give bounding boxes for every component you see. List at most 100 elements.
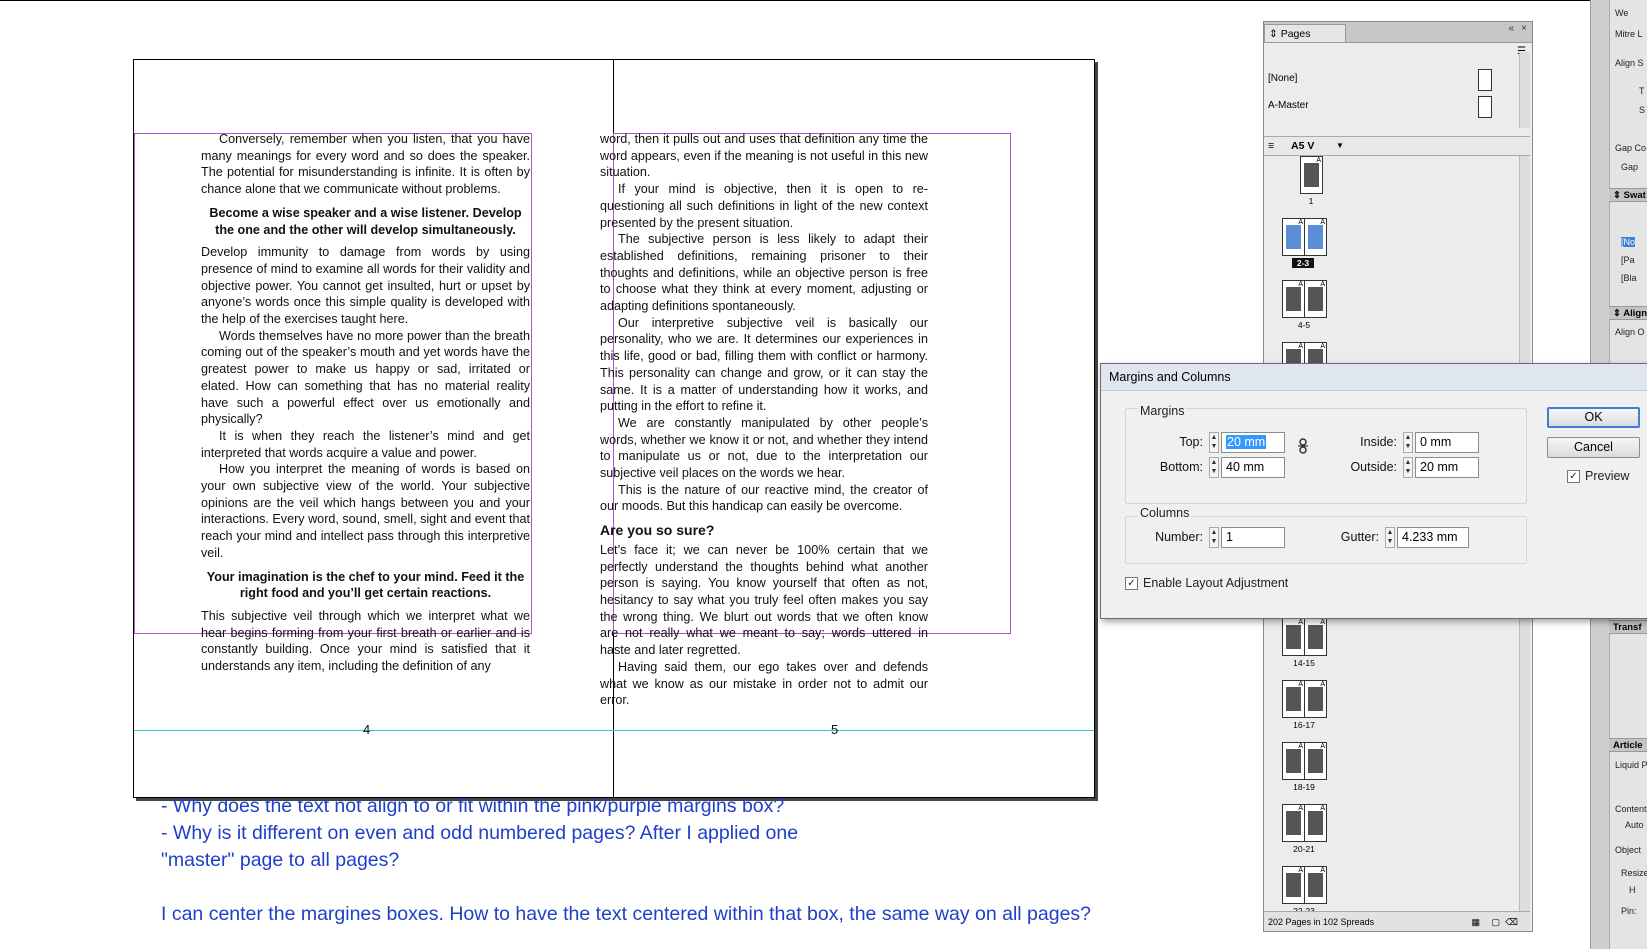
article-title: Article <box>1613 740 1643 751</box>
left-page-text-frame[interactable]: Conversely, remember when you listen, th… <box>201 131 530 675</box>
page-content-preview <box>1286 625 1301 649</box>
swatch-black[interactable]: [Bla <box>1621 273 1637 283</box>
page-thumbnail[interactable]: A <box>1304 218 1327 256</box>
masters-scrollbar[interactable] <box>1519 52 1530 128</box>
master-letter: A <box>1320 681 1325 688</box>
body-paragraph: Let’s face it; we can never be 100% cert… <box>600 542 928 658</box>
page-thumbnail[interactable]: A <box>1282 218 1305 256</box>
link-chain-icon[interactable] <box>1297 438 1309 454</box>
new-page-icon[interactable]: ▢ <box>1491 912 1500 932</box>
enable-layout-checkbox[interactable]: ✓ <box>1125 577 1138 590</box>
transform-panel-header[interactable]: Transf <box>1609 620 1647 634</box>
preview-checkbox[interactable]: ✓ <box>1567 470 1580 483</box>
align-panel-header[interactable]: ⇕ Align <box>1609 306 1647 320</box>
bottom-spinner[interactable]: ▲ ▼ <box>1209 457 1219 478</box>
page-thumbnail[interactable]: A <box>1300 156 1323 194</box>
ok-button[interactable]: OK <box>1547 407 1640 428</box>
page-content-preview <box>1286 225 1301 249</box>
transform-title: Transf <box>1613 622 1642 633</box>
inside-spinner[interactable]: ▲ ▼ <box>1403 432 1413 453</box>
master-a[interactable]: A-Master <box>1264 93 1514 119</box>
align-title: Align <box>1623 308 1647 319</box>
outside-field[interactable]: 20 mm <box>1415 457 1479 478</box>
page-thumbnail[interactable]: A <box>1282 742 1305 780</box>
collapse-icon[interactable]: « <box>1508 23 1514 34</box>
top-spinner[interactable]: ▲ ▼ <box>1209 432 1219 453</box>
spread-label: 2-3 <box>1292 258 1314 268</box>
body-paragraph: We are constantly manipulated by other p… <box>600 415 928 481</box>
master-letter: A <box>1298 281 1303 288</box>
swatch-paper[interactable]: [Pa <box>1621 255 1635 265</box>
outside-spinner[interactable]: ▲ ▼ <box>1403 457 1413 478</box>
page-thumbnail[interactable]: A <box>1304 280 1327 318</box>
top-field[interactable]: 20 mm <box>1221 432 1285 453</box>
body-paragraph: Conversely, remember when you listen, th… <box>201 132 530 197</box>
right-page-text-frame[interactable]: word, then it pulls out and uses that de… <box>600 131 928 709</box>
dock-liquid-label: Liquid P <box>1615 760 1647 770</box>
dock-mitre-label: Mitre L <box>1615 29 1643 39</box>
pages-panel-header: ⇕ Pages « × <box>1264 22 1532 43</box>
page-content-preview <box>1308 225 1323 249</box>
chevron-down-icon[interactable]: ▼ <box>1336 137 1344 155</box>
body-paragraph: Develop immunity to damage from words by… <box>201 245 530 327</box>
number-field[interactable]: 1 <box>1221 527 1285 548</box>
master-letter: A <box>1298 867 1303 874</box>
delete-page-icon[interactable]: ⌫ <box>1505 912 1518 932</box>
bottom-field[interactable]: 40 mm <box>1221 457 1285 478</box>
page-thumbnail[interactable]: A <box>1282 804 1305 842</box>
master-letter: A <box>1298 219 1303 226</box>
article-panel-header[interactable]: Article <box>1609 738 1647 752</box>
page-content-preview <box>1286 287 1301 311</box>
cancel-button[interactable]: Cancel <box>1547 437 1640 458</box>
swatches-title: Swat <box>1623 190 1646 201</box>
master-letter: A <box>1298 343 1303 350</box>
question-line-4: I can center the margines boxes. How to … <box>161 903 1092 925</box>
body-paragraph: Our interpretive subjective veil is basi… <box>600 315 928 414</box>
margins-columns-dialog[interactable]: Margins and Columns Margins Top: ▲ ▼ 20 m… <box>1100 363 1647 619</box>
page-content-preview <box>1308 687 1323 711</box>
gutter-field[interactable]: 4.233 mm <box>1397 527 1469 548</box>
close-icon[interactable]: × <box>1521 23 1527 34</box>
number-spinner[interactable]: ▲ ▼ <box>1209 527 1219 548</box>
document-spread[interactable]: Conversely, remember when you listen, th… <box>133 59 1095 798</box>
pull-quote: Become a wise speaker and a wise listene… <box>209 205 522 237</box>
dock-type-label: T <box>1639 86 1645 96</box>
dialog-title: Margins and Columns <box>1101 364 1647 391</box>
question-line-2: - Why is it different on even and odd nu… <box>161 822 799 844</box>
guide-line <box>134 730 1094 731</box>
inside-value: 0 mm <box>1420 435 1452 449</box>
page-thumbnail[interactable]: A <box>1282 280 1305 318</box>
page-thumbnail[interactable]: A <box>1282 618 1305 656</box>
body-paragraph: Words themselves have no more power than… <box>201 328 530 427</box>
question-line-3: "master" page to all pages? <box>161 849 400 871</box>
page-content-preview <box>1286 749 1301 773</box>
master-letter: A <box>1320 219 1325 226</box>
edit-page-size-icon[interactable]: ▦ <box>1471 912 1480 932</box>
dock-align-stroke-label: Align S <box>1615 58 1644 68</box>
page-thumbnail[interactable]: A <box>1282 866 1305 904</box>
page-thumbnail[interactable]: A <box>1304 804 1327 842</box>
inside-field[interactable]: 0 mm <box>1415 432 1479 453</box>
pages-tab-label: Pages <box>1280 28 1311 40</box>
page-size-bar[interactable]: ≡ A5 V ▼ <box>1264 136 1530 156</box>
page-thumbnail[interactable]: A <box>1304 680 1327 718</box>
page-thumbnail[interactable]: A <box>1304 866 1327 904</box>
page-thumbnail[interactable]: A <box>1282 680 1305 718</box>
page-content-preview <box>1308 287 1323 311</box>
body-paragraph: Having said them, our ego takes over and… <box>600 659 928 708</box>
swatch-none[interactable]: [No <box>1621 237 1636 247</box>
master-letter: A <box>1320 281 1325 288</box>
spread-label: 1 <box>1308 196 1314 206</box>
swatches-panel-header[interactable]: ⇕ Swat <box>1609 188 1647 202</box>
pages-tab[interactable]: ⇕ Pages <box>1264 24 1346 42</box>
page-thumbnail[interactable]: A <box>1304 618 1327 656</box>
master-letter: A <box>1320 619 1325 626</box>
gutter-spinner[interactable]: ▲ ▼ <box>1385 527 1395 548</box>
page-thumbnail[interactable]: A <box>1304 742 1327 780</box>
dock-h-label: H <box>1629 885 1636 895</box>
master-none[interactable]: [None] <box>1264 66 1514 92</box>
body-paragraph: If your mind is objective, then it is op… <box>600 182 928 230</box>
page-content-preview <box>1304 163 1319 187</box>
outside-label: Outside: <box>1350 460 1397 474</box>
number-label: Number: <box>1155 530 1203 544</box>
